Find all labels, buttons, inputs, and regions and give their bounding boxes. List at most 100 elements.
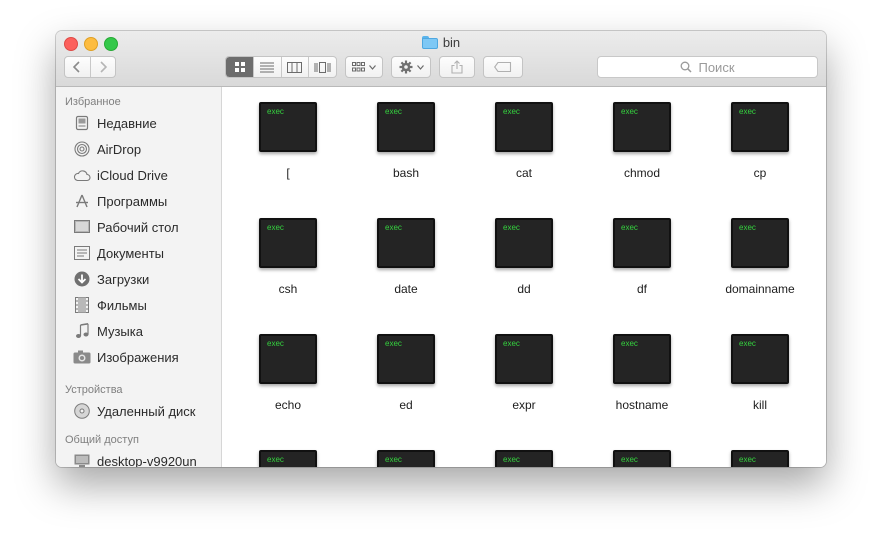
exec-file-icon: exec xyxy=(495,218,553,268)
sidebar-item-label: Документы xyxy=(97,245,165,261)
action-button[interactable] xyxy=(391,56,431,78)
file-item[interactable]: exec xyxy=(474,450,574,467)
file-item[interactable]: exec xyxy=(356,450,456,467)
window-title: bin xyxy=(56,35,826,50)
sidebar-item-label: Изображения xyxy=(97,349,179,365)
file-item[interactable]: exec cp xyxy=(710,102,810,180)
file-item[interactable]: exec echo xyxy=(238,334,338,412)
file-item[interactable]: exec hostname xyxy=(592,334,692,412)
file-item[interactable]: exec ed xyxy=(356,334,456,412)
share-icon xyxy=(451,60,463,74)
file-name: date xyxy=(394,282,418,296)
exec-file-icon: exec xyxy=(377,218,435,268)
sidebar-item-label: Загрузки xyxy=(97,271,150,287)
view-mode-control xyxy=(225,56,337,78)
file-item[interactable]: exec df xyxy=(592,218,692,296)
file-name: kill xyxy=(753,398,767,412)
sidebar-item-remote-disc[interactable]: Удаленный диск xyxy=(56,398,221,424)
sidebar-item-shared-computer[interactable]: desktop-v9920un xyxy=(56,448,221,467)
exec-file-icon: exec xyxy=(495,450,553,467)
sidebar-item-movies[interactable]: Фильмы xyxy=(56,292,221,318)
icon-view-button[interactable] xyxy=(226,57,255,77)
back-button[interactable] xyxy=(65,57,91,77)
sidebar-item-label: Музыка xyxy=(97,323,143,339)
file-name: dd xyxy=(517,282,531,296)
file-item[interactable]: exec xyxy=(592,450,692,467)
exec-file-icon: exec xyxy=(377,334,435,384)
toolbar: bin Поиск xyxy=(56,31,826,87)
arrange-button[interactable] xyxy=(345,56,383,78)
file-item[interactable]: exec csh xyxy=(238,218,338,296)
column-view-icon xyxy=(287,61,303,73)
search-input[interactable]: Поиск xyxy=(597,56,818,78)
airdrop-icon xyxy=(73,140,91,158)
file-item[interactable]: exec dd xyxy=(474,218,574,296)
finder-window: bin Поиск Избранное Недавние AirDrop iCl… xyxy=(56,31,826,467)
file-item[interactable]: exec bash xyxy=(356,102,456,180)
file-grid: exec [ exec bash exec cat exec chmod exec cp exec c… xyxy=(222,87,826,467)
cover-flow-button[interactable] xyxy=(309,57,336,77)
sidebar-item-icloud-drive[interactable]: iCloud Drive xyxy=(56,162,221,188)
cloud-icon xyxy=(73,166,91,184)
file-item[interactable]: exec domainname xyxy=(710,218,810,296)
exec-file-icon: exec xyxy=(731,334,789,384)
sidebar-item-music[interactable]: Музыка xyxy=(56,318,221,344)
exec-badge: exec xyxy=(739,107,756,116)
exec-badge: exec xyxy=(621,223,638,232)
recents-icon xyxy=(73,114,91,132)
exec-file-icon: exec xyxy=(259,334,317,384)
file-name: bash xyxy=(392,166,420,180)
exec-badge: exec xyxy=(385,455,402,464)
exec-file-icon: exec xyxy=(495,102,553,152)
documents-icon xyxy=(73,244,91,262)
exec-file-icon: exec xyxy=(613,450,671,467)
file-item[interactable]: exec cat xyxy=(474,102,574,180)
file-item[interactable]: exec xyxy=(238,450,338,467)
exec-badge: exec xyxy=(385,107,402,116)
file-item[interactable]: exec kill xyxy=(710,334,810,412)
exec-file-icon: exec xyxy=(731,218,789,268)
file-item[interactable]: exec chmod xyxy=(592,102,692,180)
exec-file-icon: exec xyxy=(613,102,671,152)
sidebar-item-desktop[interactable]: Рабочий стол xyxy=(56,214,221,240)
exec-badge: exec xyxy=(503,223,520,232)
disc-icon xyxy=(73,402,91,420)
exec-badge: exec xyxy=(621,455,638,464)
pictures-icon xyxy=(73,348,91,366)
tag-icon xyxy=(494,62,512,72)
chevron-right-icon xyxy=(100,61,107,73)
movies-icon xyxy=(73,296,91,314)
file-item[interactable]: exec expr xyxy=(474,334,574,412)
exec-badge: exec xyxy=(267,107,284,116)
gear-icon xyxy=(399,60,412,74)
exec-file-icon: exec xyxy=(377,450,435,467)
forward-button[interactable] xyxy=(91,57,116,77)
file-name: ed xyxy=(399,398,413,412)
file-item[interactable]: exec date xyxy=(356,218,456,296)
sidebar-item-documents[interactable]: Документы xyxy=(56,240,221,266)
sidebar-item-applications[interactable]: Программы xyxy=(56,188,221,214)
exec-badge: exec xyxy=(385,223,402,232)
sidebar-header-shared: Общий доступ xyxy=(65,434,139,446)
column-view-button[interactable] xyxy=(282,57,309,77)
sidebar-item-airdrop[interactable]: AirDrop xyxy=(56,136,221,162)
sidebar-item-recents[interactable]: Недавние xyxy=(56,110,221,136)
share-button[interactable] xyxy=(439,56,475,78)
sidebar-item-pictures[interactable]: Изображения xyxy=(56,344,221,370)
exec-file-icon: exec xyxy=(613,334,671,384)
icon-view-icon xyxy=(234,62,245,72)
list-view-button[interactable] xyxy=(254,57,282,77)
file-name: [ xyxy=(286,166,290,180)
desktop-icon xyxy=(73,218,91,236)
sidebar: Избранное Недавние AirDrop iCloud Drive … xyxy=(56,87,222,467)
computer-icon xyxy=(73,452,91,467)
exec-badge: exec xyxy=(503,339,520,348)
tags-button[interactable] xyxy=(483,56,523,78)
sidebar-item-downloads[interactable]: Загрузки xyxy=(56,266,221,292)
file-item[interactable]: exec [ xyxy=(238,102,338,180)
cover-flow-icon xyxy=(314,61,331,73)
applications-icon xyxy=(73,192,91,210)
exec-file-icon: exec xyxy=(731,102,789,152)
sidebar-header-devices: Устройства xyxy=(65,384,123,396)
file-item[interactable]: exec xyxy=(710,450,810,467)
